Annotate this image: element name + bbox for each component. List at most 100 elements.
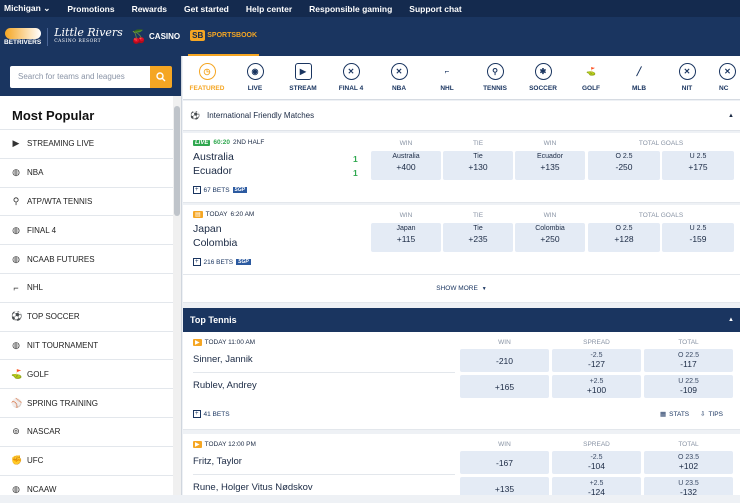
odds-button[interactable]: Australia +400 — [371, 151, 441, 180]
nav-promotions[interactable]: Promotions — [67, 4, 114, 14]
player-name[interactable]: Rublev, Andrey — [193, 380, 257, 391]
odds-button[interactable]: Ecuador +135 — [515, 151, 585, 180]
tab-stream[interactable]: ▶ STREAM — [279, 56, 327, 99]
sidebar: Search for teams and leagues Most Popula… — [0, 56, 182, 495]
search-input[interactable]: Search for teams and leagues — [10, 66, 150, 88]
odds-button[interactable]: +135 — [460, 477, 549, 495]
event-teams[interactable]: Japan Colombia — [193, 222, 237, 250]
bets-link[interactable]: + 41 BETS — [193, 410, 230, 418]
tab-featured[interactable]: ◷ FEATURED — [183, 56, 231, 99]
odds-label: -2.5 — [590, 454, 603, 461]
racing-icon: ⊚ — [12, 426, 20, 437]
odds-button[interactable]: +165 — [460, 375, 549, 398]
little-rivers-logo[interactable]: Little Rivers CASINO RESORT — [47, 27, 123, 46]
nav-get-started[interactable]: Get started — [184, 4, 229, 14]
basketball-icon: ◍ — [12, 339, 20, 350]
scrollbar-thumb[interactable] — [174, 106, 180, 216]
sidebar-item-top-soccer[interactable]: ⚽ TOP SOCCER — [0, 301, 173, 331]
odds-value: +130 — [468, 162, 488, 172]
home-score: 1 — [353, 154, 358, 164]
player-name[interactable]: Fritz, Taylor — [193, 456, 242, 467]
tab-final-4[interactable]: ✕ FINAL 4 — [327, 56, 375, 99]
nav-help-center[interactable]: Help center — [246, 4, 292, 14]
odds-button[interactable]: U 2.5 -159 — [662, 223, 734, 252]
sidebar-item-golf[interactable]: ⛳ GOLF — [0, 359, 173, 388]
casino-link[interactable]: 🍒 CASINO — [131, 29, 180, 45]
tab-mlb[interactable]: ╱ MLB — [615, 56, 663, 99]
tab-golf[interactable]: ⛳ GOLF — [567, 56, 615, 99]
odds-button[interactable]: O 2.5 +128 — [588, 223, 660, 252]
odds-label: +2.5 — [589, 378, 604, 385]
show-more-button[interactable]: SHOW MORE ▼ — [183, 275, 740, 303]
sidebar-item-label: UFC — [27, 456, 44, 466]
section-header-top-tennis[interactable]: Top Tennis ▲ — [183, 308, 740, 332]
odds-button[interactable]: +2.5 -124 — [552, 477, 641, 495]
sidebar-item-spring-training[interactable]: ⚾ SPRING TRAINING — [0, 388, 173, 417]
sidebar-item-nhl[interactable]: ⌐ NHL — [0, 272, 173, 302]
plus-icon: + — [193, 410, 201, 418]
search-button[interactable] — [150, 66, 172, 88]
ufc-icon: ✊ — [11, 455, 23, 466]
tab-nhl[interactable]: ⌐ NHL — [423, 56, 471, 99]
chevron-up-icon[interactable]: ▲ — [728, 113, 734, 119]
sidebar-item-streaming-live[interactable]: ▶ STREAMING LIVE — [0, 129, 173, 158]
odds-button[interactable]: Tie +130 — [443, 151, 513, 180]
sidebar-item-ncaaw[interactable]: ◍ NCAAW — [0, 474, 173, 503]
tab-soccer[interactable]: ✱ SOCCER — [519, 56, 567, 99]
tab-nc[interactable]: ✕ NC — [711, 56, 740, 99]
odds-button[interactable]: -167 — [460, 451, 549, 474]
sportsbook-link[interactable]: SB SPORTSBOOK — [188, 17, 260, 56]
player-name[interactable]: Rune, Holger Vitus Nødskov — [193, 482, 313, 493]
tennis-event: ▶ TODAY 11:00 AM WIN SPREAD TOTAL Sinner… — [183, 332, 740, 430]
sidebar-item-nba[interactable]: ◍ NBA — [0, 157, 173, 187]
nav-rewards[interactable]: Rewards — [132, 4, 167, 14]
odds-button[interactable]: O 23.5 +102 — [644, 451, 733, 474]
tab-live[interactable]: ◉ LIVE — [231, 56, 279, 99]
odds-button[interactable]: Japan +115 — [371, 223, 441, 252]
odds-button[interactable]: U 22.5 -109 — [644, 375, 733, 398]
stats-link[interactable]: ▦ STATS — [660, 410, 689, 419]
tab-tennis[interactable]: ⚲ TENNIS — [471, 56, 519, 99]
odds-button[interactable]: -2.5 -127 — [552, 349, 641, 372]
home-team: Japan — [193, 223, 222, 235]
odds-button[interactable]: Colombia +250 — [515, 223, 585, 252]
player-name[interactable]: Sinner, Jannik — [193, 354, 253, 365]
match-clock: 60:20 — [213, 139, 230, 146]
sidebar-scrollbar[interactable] — [173, 96, 181, 495]
casino-label: CASINO — [149, 32, 181, 41]
odds-value: +235 — [468, 234, 488, 244]
odds-button[interactable]: -2.5 -104 — [552, 451, 641, 474]
chevron-up-icon[interactable]: ▲ — [728, 317, 734, 323]
state-selector[interactable]: Michigan ⌄ — [4, 3, 50, 14]
sidebar-item-nit-tournament[interactable]: ◍ NIT TOURNAMENT — [0, 330, 173, 360]
odds-label: Colombia — [535, 225, 565, 232]
betrivers-logo[interactable]: BETRIVERS — [4, 27, 41, 46]
odds-button[interactable]: +2.5 +100 — [552, 375, 641, 398]
sidebar-item-final-4[interactable]: ◍ FINAL 4 — [0, 215, 173, 244]
sidebar-item-ufc[interactable]: ✊ UFC — [0, 445, 173, 475]
tab-nit[interactable]: ✕ NIT — [663, 56, 711, 99]
event-teams[interactable]: Australia Ecuador — [193, 150, 234, 178]
bets-link[interactable]: + 67 BETS SGP — [193, 186, 248, 194]
odds-button[interactable]: -210 — [460, 349, 549, 372]
odds-button[interactable]: O 2.5 -250 — [588, 151, 660, 180]
odds-button[interactable]: O 22.5 -117 — [644, 349, 733, 372]
sidebar-item-atp-wta-tennis[interactable]: ⚲ ATP/WTA TENNIS — [0, 186, 173, 216]
tab-label: NBA — [391, 85, 407, 92]
odds-value: +115 — [396, 234, 416, 244]
event-status: LIVE 60:20 2ND HALF — [193, 139, 264, 146]
sidebar-item-ncaab-futures[interactable]: ◍ NCAAB FUTURES — [0, 244, 173, 273]
odds-value: -132 — [679, 487, 697, 495]
odds-button[interactable]: Tie +235 — [443, 223, 513, 252]
odds-button[interactable]: U 2.5 +175 — [662, 151, 734, 180]
sidebar-item-nascar[interactable]: ⊚ NASCAR — [0, 416, 173, 446]
nav-responsible-gaming[interactable]: Responsible gaming — [309, 4, 392, 14]
odds-value: +100 — [586, 385, 607, 395]
tips-link[interactable]: ⇩ TIPS — [700, 410, 723, 419]
start-time: TODAY 12:00 PM — [204, 441, 256, 448]
tab-nba[interactable]: ✕ NBA — [375, 56, 423, 99]
odds-button[interactable]: U 23.5 -132 — [644, 477, 733, 495]
bets-link[interactable]: + 216 BETS SGP — [193, 258, 251, 266]
section-header-friendlies[interactable]: ⚽ International Friendly Matches ▲ — [183, 101, 740, 131]
nav-support-chat[interactable]: Support chat — [409, 4, 461, 14]
